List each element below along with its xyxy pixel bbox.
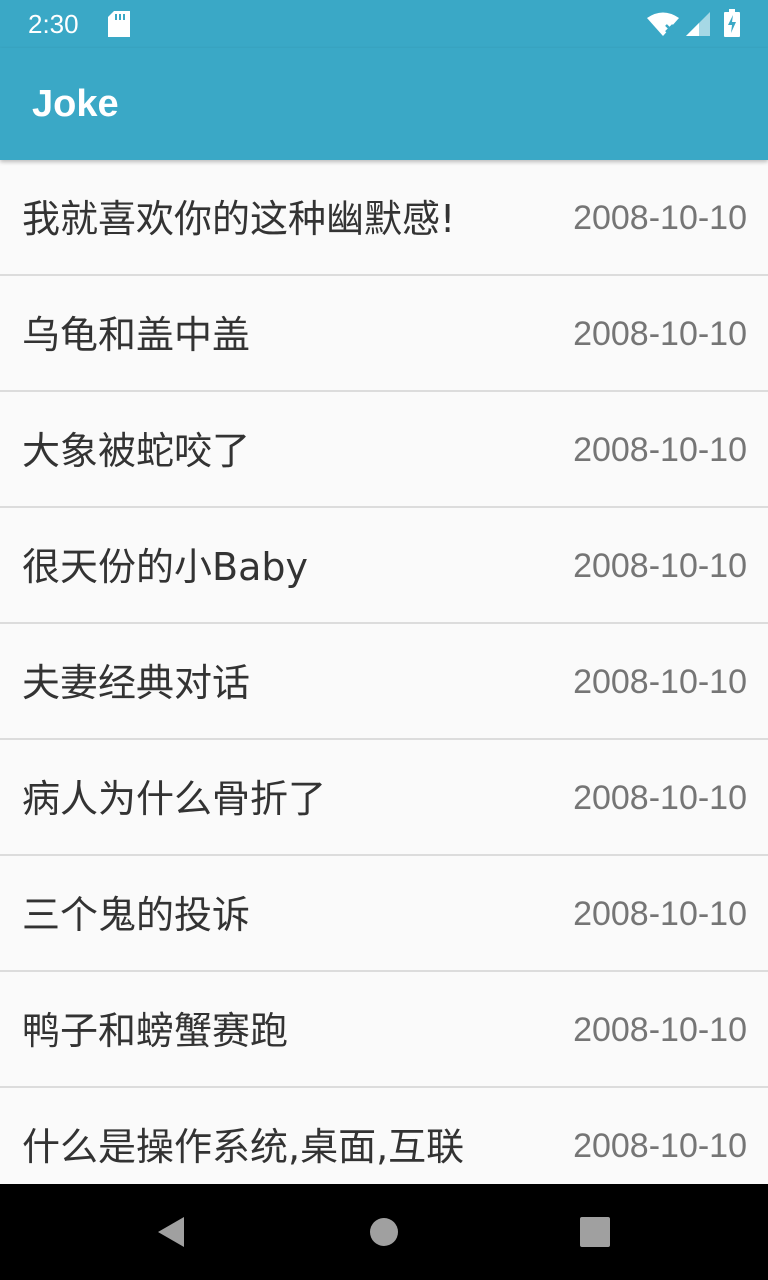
app-bar: Joke	[0, 48, 768, 160]
wifi-icon	[646, 12, 680, 40]
joke-list[interactable]: 我就喜欢你的这种幽默感! 2008-10-10 乌龟和盖中盖 2008-10-1…	[0, 160, 768, 1184]
joke-list-item[interactable]: 大象被蛇咬了 2008-10-10	[0, 392, 768, 508]
joke-title: 我就喜欢你的这种幽默感!	[22, 197, 456, 241]
joke-list-item[interactable]: 鸭子和螃蟹赛跑 2008-10-10	[0, 972, 768, 1088]
app-title: Joke	[32, 83, 119, 125]
sd-card-icon	[108, 11, 130, 41]
joke-list-item[interactable]: 什么是操作系统,桌面,互联 2008-10-10	[0, 1088, 768, 1184]
joke-date: 2008-10-10	[573, 779, 747, 817]
joke-list-item[interactable]: 乌龟和盖中盖 2008-10-10	[0, 276, 768, 392]
joke-title: 病人为什么骨折了	[22, 777, 327, 821]
joke-title: 乌龟和盖中盖	[22, 313, 251, 357]
joke-title: 鸭子和螃蟹赛跑	[22, 1009, 289, 1053]
joke-list-item[interactable]: 病人为什么骨折了 2008-10-10	[0, 740, 768, 856]
joke-date: 2008-10-10	[573, 547, 747, 585]
battery-charging-icon	[724, 9, 740, 41]
joke-date: 2008-10-10	[573, 199, 747, 237]
joke-list-item[interactable]: 三个鬼的投诉 2008-10-10	[0, 856, 768, 972]
joke-list-item[interactable]: 很天份的小Baby 2008-10-10	[0, 508, 768, 624]
joke-date: 2008-10-10	[573, 431, 747, 469]
home-icon[interactable]	[370, 1218, 398, 1250]
joke-date: 2008-10-10	[573, 663, 747, 701]
joke-title: 什么是操作系统,桌面,互联	[22, 1125, 465, 1169]
joke-date: 2008-10-10	[573, 895, 747, 933]
joke-list-item[interactable]: 我就喜欢你的这种幽默感! 2008-10-10	[0, 160, 768, 276]
status-time: 2:30	[28, 9, 79, 39]
joke-date: 2008-10-10	[573, 1011, 747, 1049]
joke-title: 很天份的小Baby	[22, 545, 308, 589]
joke-title: 大象被蛇咬了	[22, 429, 251, 473]
joke-date: 2008-10-10	[573, 1127, 747, 1165]
status-bar: 2:30	[0, 0, 768, 48]
joke-title: 夫妻经典对话	[22, 661, 251, 705]
recent-apps-icon[interactable]	[580, 1217, 610, 1251]
joke-title: 三个鬼的投诉	[22, 893, 251, 937]
back-icon[interactable]	[156, 1216, 186, 1252]
joke-list-item[interactable]: 夫妻经典对话 2008-10-10	[0, 624, 768, 740]
joke-date: 2008-10-10	[573, 315, 747, 353]
navigation-bar	[0, 1184, 768, 1280]
signal-icon	[686, 12, 710, 40]
